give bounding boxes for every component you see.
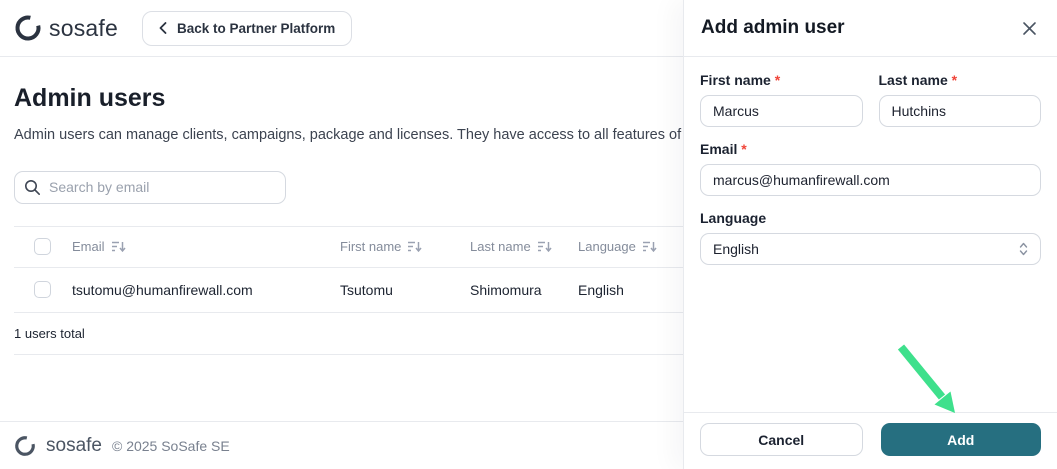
last-name-label: Last name *: [878, 72, 958, 88]
first-name-label: First name *: [700, 72, 781, 88]
language-field-group: Language English: [700, 210, 1041, 265]
panel-header: Add admin user: [684, 0, 1057, 57]
sort-icon: [408, 241, 422, 253]
chevron-left-icon: [159, 22, 167, 34]
add-admin-user-panel: Add admin user First name * Last name *: [683, 0, 1057, 469]
panel-body: First name * Last name * Email *: [684, 57, 1057, 265]
column-header-email[interactable]: Email: [72, 239, 340, 254]
column-header-last-name[interactable]: Last name: [470, 239, 578, 254]
cancel-button[interactable]: Cancel: [700, 423, 863, 456]
table-total-row: 1 users total: [14, 313, 683, 355]
email-field-group: Email *: [700, 141, 1041, 196]
logo-text: sosafe: [49, 14, 118, 41]
footer-logo-text: sosafe: [46, 434, 102, 456]
back-to-partner-platform-button[interactable]: Back to Partner Platform: [141, 10, 353, 46]
users-total-label: 1 users total: [14, 325, 85, 341]
cell-last-name: Shimomura: [470, 281, 542, 298]
email-label: Email *: [700, 141, 747, 157]
search-icon: [25, 179, 40, 195]
last-name-field[interactable]: [878, 95, 1041, 127]
language-label: Language: [700, 210, 767, 226]
first-name-field[interactable]: [700, 95, 863, 127]
required-asterisk: *: [774, 72, 781, 88]
required-asterisk: *: [741, 141, 747, 157]
search-input[interactable]: [14, 170, 286, 204]
annotation-arrow-icon: [897, 344, 955, 413]
search-wrap: [14, 170, 286, 204]
back-button-label: Back to Partner Platform: [176, 20, 336, 36]
add-button[interactable]: Add: [880, 423, 1041, 456]
sosafe-footer-logo-icon: [15, 435, 35, 456]
sort-icon: [537, 241, 552, 253]
panel-title: Add admin user: [701, 17, 845, 38]
cell-first-name: Tsutomu: [340, 281, 393, 298]
table-header-row: Email First name Last name Language: [14, 227, 683, 268]
page-footer: sosafe © 2025 SoSafe SE: [0, 421, 683, 469]
column-header-language[interactable]: Language: [578, 239, 683, 254]
admin-users-table: Email First name Last name Language tsut…: [14, 225, 683, 355]
sosafe-logo-icon: [15, 15, 41, 41]
language-select[interactable]: English: [700, 233, 1041, 265]
email-field[interactable]: [700, 164, 1041, 196]
language-select-value: English: [713, 241, 759, 257]
sosafe-logo: sosafe: [14, 14, 118, 42]
column-header-first-name[interactable]: First name: [340, 239, 470, 254]
close-icon: [1023, 21, 1036, 35]
last-name-field-group: Last name *: [878, 72, 1041, 127]
select-all-checkbox[interactable]: [34, 238, 51, 256]
first-name-field-group: First name *: [700, 72, 863, 127]
sort-icon: [642, 241, 657, 253]
table-row[interactable]: tsutomu@humanfirewall.com Tsutomu Shimom…: [14, 268, 683, 313]
row-checkbox[interactable]: [34, 281, 51, 299]
required-asterisk: *: [951, 72, 958, 88]
copyright-text: © 2025 SoSafe SE: [111, 437, 230, 454]
panel-footer: Cancel Add: [684, 412, 1057, 469]
sort-icon: [111, 241, 126, 253]
close-button[interactable]: [1020, 19, 1039, 38]
cell-email: tsutomu@humanfirewall.com: [72, 281, 253, 298]
cell-language: English: [578, 281, 624, 298]
select-chevrons-icon: [1019, 242, 1028, 256]
